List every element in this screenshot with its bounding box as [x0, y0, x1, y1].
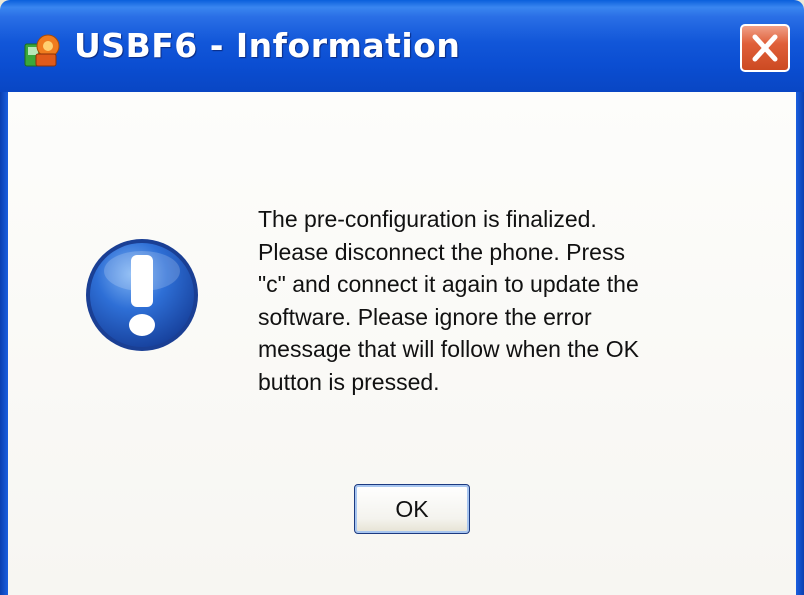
window-frame-left — [0, 92, 8, 595]
message-line: message that will follow when the OK — [258, 336, 639, 363]
dialog-window: USBF6 - Information The pre-configuratio… — [0, 0, 804, 595]
message-line: software. Please ignore the error — [258, 303, 592, 330]
message-line: The pre-configuration is finalized. — [258, 206, 597, 232]
close-button[interactable] — [740, 24, 790, 72]
window-frame-right — [796, 92, 804, 595]
window-title: USBF6 - Information — [74, 26, 461, 65]
close-icon — [752, 34, 778, 62]
message-line: Please disconnect the phone. Press — [258, 238, 625, 265]
dialog-message: The pre-configuration is finalized. Plea… — [258, 203, 788, 399]
title-bar[interactable]: USBF6 - Information — [0, 0, 804, 92]
ok-button[interactable]: OK — [354, 484, 470, 534]
message-line: "c" and connect it again to update the — [258, 271, 639, 298]
message-line: button is pressed. — [258, 368, 440, 395]
exclamation-info-icon — [86, 239, 198, 351]
application-icon — [24, 34, 60, 67]
